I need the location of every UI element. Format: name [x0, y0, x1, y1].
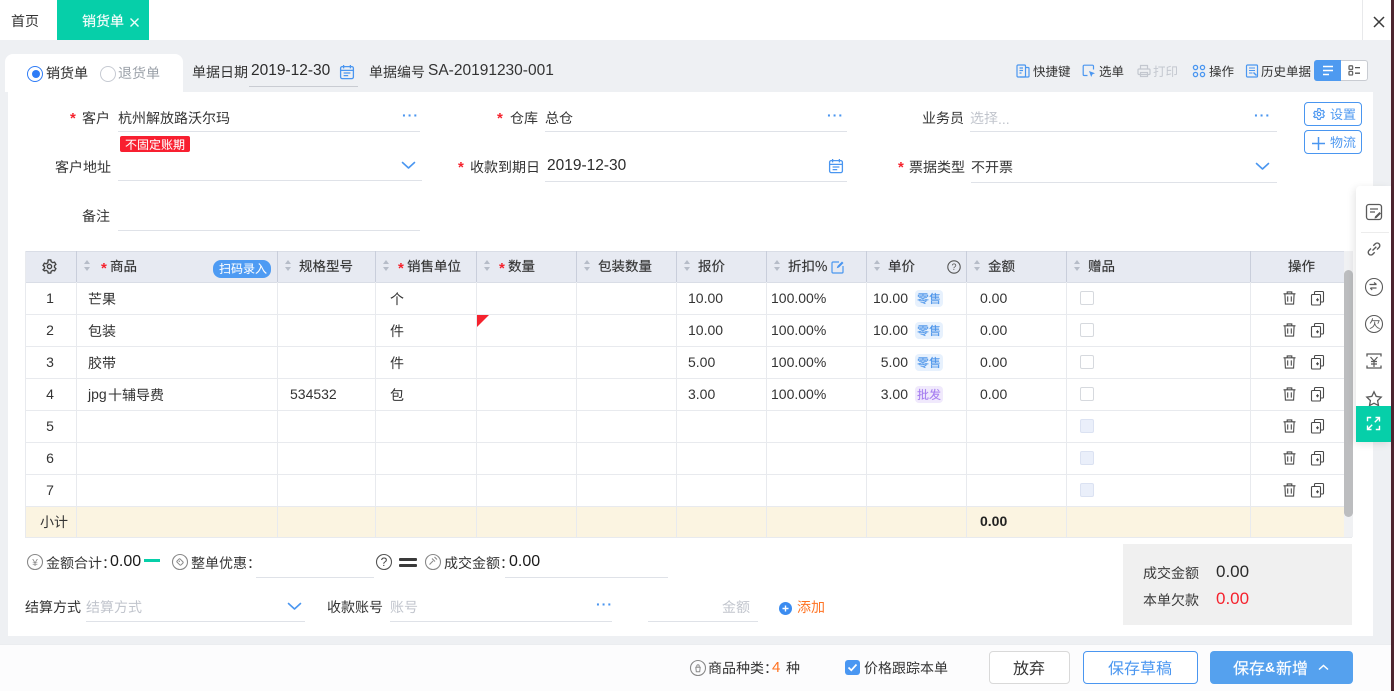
svg-text:¥: ¥: [31, 558, 38, 569]
svg-text:?: ?: [951, 262, 956, 272]
svg-text:?: ?: [381, 555, 388, 569]
